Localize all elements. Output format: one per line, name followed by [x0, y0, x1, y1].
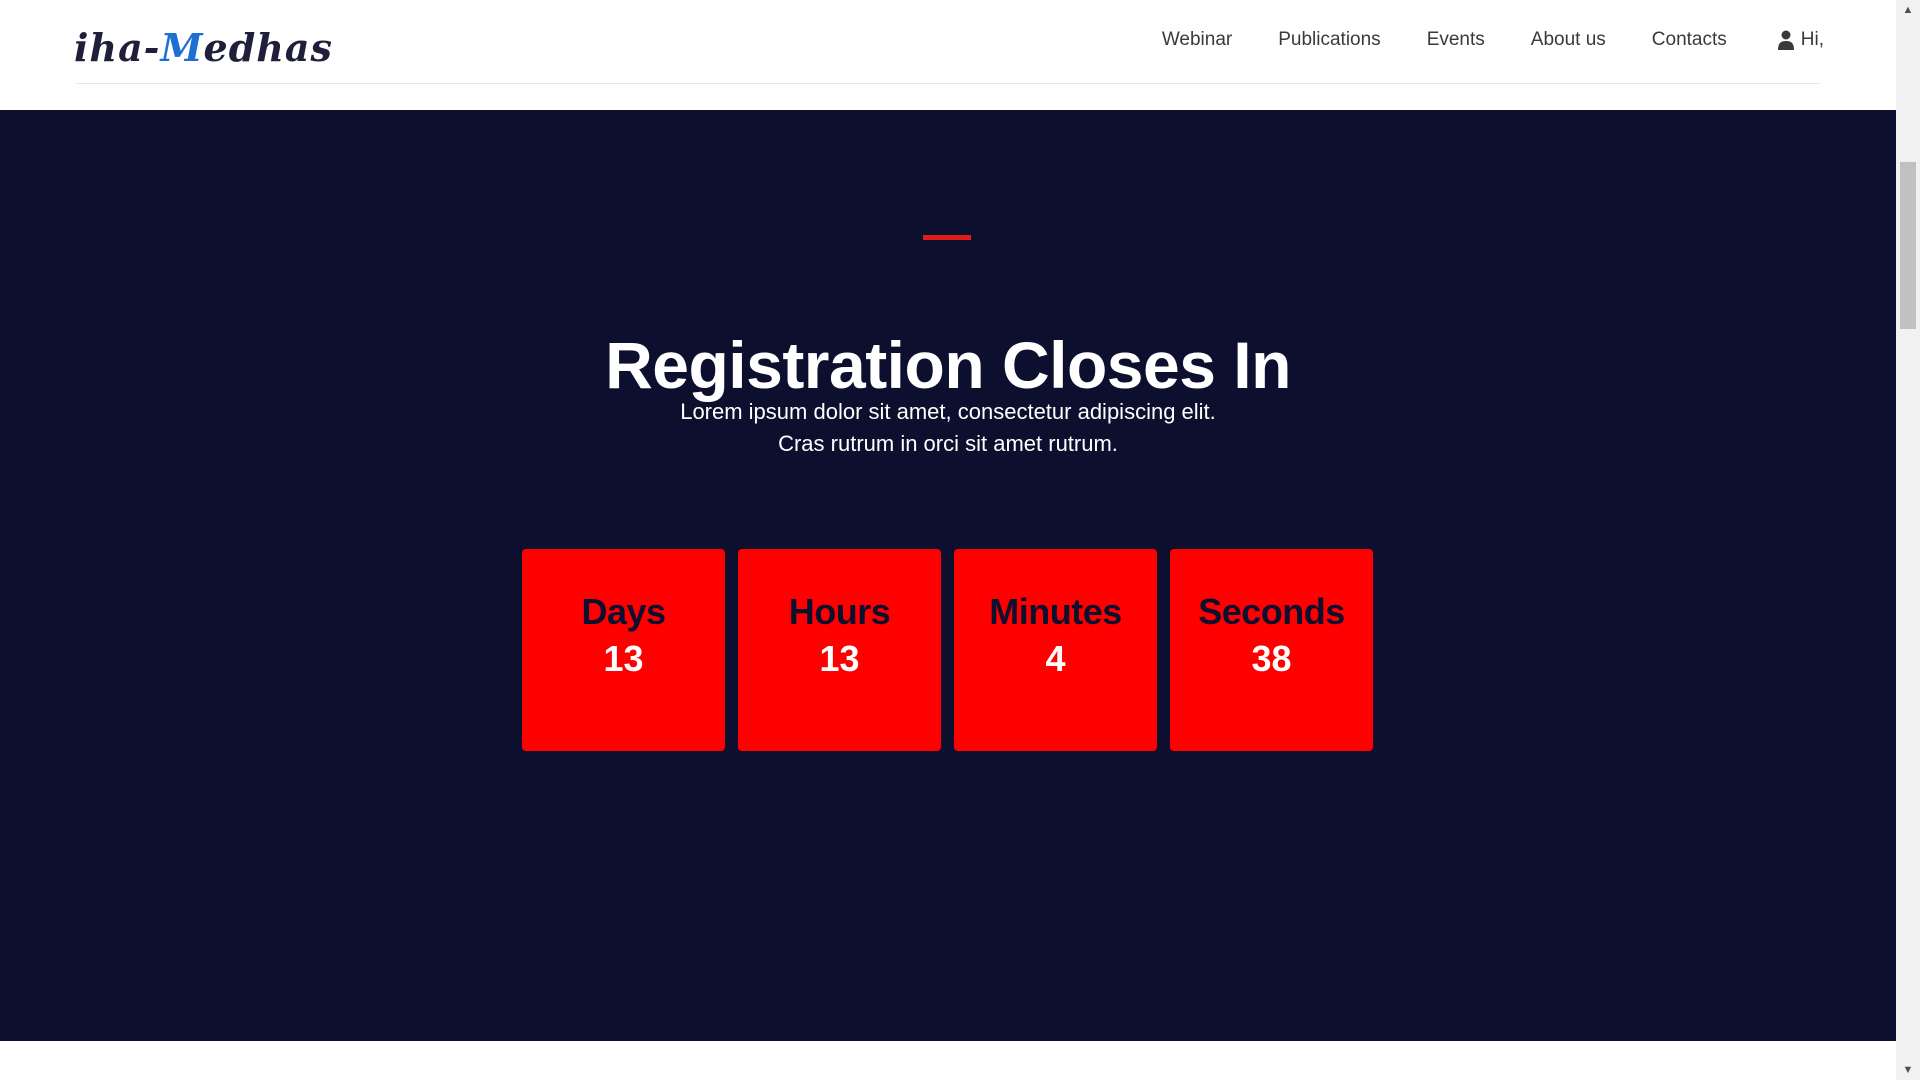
countdown-value: 38: [1251, 638, 1292, 679]
user-menu[interactable]: Hi,: [1777, 29, 1824, 51]
main-nav: Webinar Publications Events About us Con…: [1116, 22, 1824, 58]
countdown-label: Days: [581, 591, 666, 632]
nav-item-about-us[interactable]: About us: [1531, 22, 1606, 58]
registration-countdown-section: Registration Closes In Lorem ipsum dolor…: [0, 110, 1896, 1041]
subtitle-line-2: Cras rutrum in orci sit amet rutrum.: [778, 431, 1118, 456]
logo-text-part1: iha-: [74, 25, 161, 70]
site-header: iha-Medhas Webinar Publications Events A…: [0, 0, 1896, 110]
countdown-value: 13: [819, 638, 860, 679]
countdown-minutes: Minutes 4: [954, 549, 1157, 751]
countdown-label: Minutes: [989, 591, 1122, 632]
header-divider: [76, 83, 1820, 84]
countdown-timer: Days 13 Hours 13 Minutes 4 Seconds 38: [522, 549, 1373, 751]
countdown-hours: Hours 13: [738, 549, 941, 751]
countdown-days: Days 13: [522, 549, 725, 751]
user-greeting: Hi,: [1800, 29, 1824, 50]
nav-item-publications[interactable]: Publications: [1278, 22, 1380, 58]
countdown-label: Hours: [788, 591, 891, 632]
user-icon: [1777, 30, 1794, 50]
page: iha-Medhas Webinar Publications Events A…: [0, 0, 1920, 1080]
section-accent-bar: [923, 235, 971, 240]
vertical-scrollbar[interactable]: ▲ ▼: [1896, 0, 1920, 1080]
nav-item-events[interactable]: Events: [1427, 22, 1485, 58]
scrollbar-thumb[interactable]: [1900, 162, 1916, 329]
countdown-value: 13: [603, 638, 644, 679]
logo-text-accent: M: [160, 25, 204, 70]
section-subtitle: Lorem ipsum dolor sit amet, consectetur …: [0, 396, 1896, 460]
countdown-label: Seconds: [1198, 591, 1345, 632]
scroll-down-arrow-icon[interactable]: ▼: [1896, 1060, 1920, 1080]
scroll-up-arrow-icon[interactable]: ▲: [1896, 0, 1920, 20]
subtitle-line-1: Lorem ipsum dolor sit amet, consectetur …: [680, 399, 1216, 424]
nav-item-webinar[interactable]: Webinar: [1162, 22, 1232, 58]
nav-item-contacts[interactable]: Contacts: [1652, 22, 1727, 58]
countdown-seconds: Seconds 38: [1170, 549, 1373, 751]
countdown-value: 4: [1045, 638, 1066, 679]
logo-text-part3: edhas: [203, 25, 333, 70]
site-logo[interactable]: iha-Medhas: [74, 18, 333, 78]
